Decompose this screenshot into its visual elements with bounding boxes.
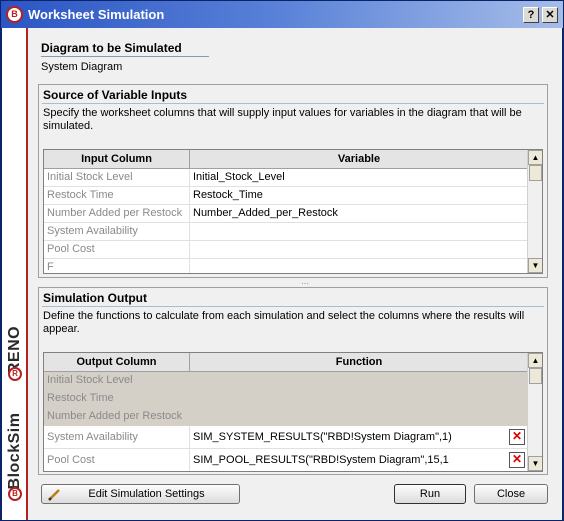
input-column-cell: System Availability xyxy=(44,223,190,241)
brand-sidebar: RENO R BlockSim B xyxy=(2,28,28,520)
table-row: Restock Time xyxy=(44,390,528,408)
table-row[interactable]: F xyxy=(44,259,528,273)
title-bar[interactable]: B Worksheet Simulation ? ✕ xyxy=(1,1,563,28)
output-column-cell: System Availability xyxy=(44,426,190,449)
reno-logo-icon: R xyxy=(8,367,22,381)
variable-cell[interactable]: Number_Added_per_Restock xyxy=(190,205,528,223)
output-column-header[interactable]: Output Column xyxy=(44,353,190,372)
scroll-down-arrow-icon[interactable]: ▼ xyxy=(528,258,542,273)
table-row[interactable]: System Availability SIM_SYSTEM_RESULTS("… xyxy=(44,426,528,449)
help-button[interactable]: ? xyxy=(523,7,539,23)
input-column-cell: F xyxy=(44,259,190,273)
run-button[interactable]: Run xyxy=(394,484,466,504)
table-row: Number Added per Restock xyxy=(44,408,528,426)
blocksim-side-logo-icon: B xyxy=(8,487,22,501)
output-column-cell: Restock Time xyxy=(47,392,114,404)
inputs-divider xyxy=(42,103,544,104)
output-column-cell: Initial Stock Level xyxy=(47,374,133,386)
input-column-cell: Initial Stock Level xyxy=(44,169,190,187)
scroll-thumb[interactable] xyxy=(529,368,542,384)
inputs-scrollbar[interactable]: ▲ ▼ xyxy=(527,150,542,273)
pencil-icon xyxy=(48,489,60,501)
table-row[interactable]: Initial Stock Level Initial_Stock_Level xyxy=(44,169,528,187)
inputs-heading: Source of Variable Inputs xyxy=(43,88,188,102)
table-row[interactable]: Pool Cost SIM_POOL_RESULTS("RBD!System D… xyxy=(44,449,528,471)
variable-inputs-group: Source of Variable Inputs Specify the wo… xyxy=(38,84,548,278)
inputs-grid-header: Input Column Variable xyxy=(44,150,528,169)
delete-function-icon[interactable]: ✕ xyxy=(509,452,525,468)
variable-cell[interactable] xyxy=(190,223,528,241)
table-row[interactable]: Pool Cost xyxy=(44,241,528,259)
scroll-up-arrow-icon[interactable]: ▲ xyxy=(528,353,542,368)
delete-function-icon[interactable]: ✕ xyxy=(509,429,525,445)
output-grid[interactable]: Output Column Function Initial Stock Lev… xyxy=(43,352,543,472)
table-row[interactable]: Number Added per Restock Number_Added_pe… xyxy=(44,205,528,223)
output-scrollbar[interactable]: ▲ ▼ xyxy=(527,353,542,471)
input-column-cell: Restock Time xyxy=(44,187,190,205)
reno-brand-text: RENO xyxy=(6,325,23,375)
inputs-description: Specify the worksheet columns that will … xyxy=(43,107,522,132)
input-column-cell: Number Added per Restock xyxy=(44,205,190,223)
output-heading: Simulation Output xyxy=(43,291,147,305)
variable-cell[interactable]: Initial_Stock_Level xyxy=(190,169,528,187)
function-cell[interactable]: SIM_POOL_RESULTS("RBD!System Diagram",15… xyxy=(190,449,528,471)
worksheet-simulation-window: B Worksheet Simulation ? ✕ RENO R BlockS… xyxy=(0,0,564,521)
dialog-client-area: RENO R BlockSim B Diagram to be Simulate… xyxy=(2,28,562,520)
table-row[interactable]: System Availability xyxy=(44,223,528,241)
function-column-header[interactable]: Function xyxy=(190,353,528,372)
blocksim-logo-icon: B xyxy=(6,6,23,23)
output-grid-header: Output Column Function xyxy=(44,353,528,372)
close-window-button[interactable]: ✕ xyxy=(542,7,558,23)
function-cell[interactable]: SIM_SYSTEM_RESULTS("RBD!System Diagram",… xyxy=(190,426,528,449)
output-column-cell: Number Added per Restock xyxy=(47,410,183,422)
output-description: Define the functions to calculate from e… xyxy=(43,310,525,335)
scroll-up-arrow-icon[interactable]: ▲ xyxy=(528,150,542,165)
table-row: Initial Stock Level xyxy=(44,372,528,390)
dialog-content: Diagram to be Simulated System Diagram S… xyxy=(30,28,562,520)
output-divider xyxy=(42,306,544,307)
variable-cell[interactable]: Restock_Time xyxy=(190,187,528,205)
variable-cell[interactable] xyxy=(190,241,528,259)
output-column-cell: Pool Cost xyxy=(44,449,190,471)
inputs-grid[interactable]: Input Column Variable Initial Stock Leve… xyxy=(43,149,543,274)
diagram-divider xyxy=(41,56,209,57)
window-title: Worksheet Simulation xyxy=(28,7,165,22)
variable-cell[interactable] xyxy=(190,259,528,273)
edit-settings-label: Edit Simulation Settings xyxy=(88,488,205,500)
edit-simulation-settings-button[interactable]: Edit Simulation Settings xyxy=(41,484,240,504)
table-row[interactable]: Restock Time Restock_Time xyxy=(44,187,528,205)
scroll-thumb[interactable] xyxy=(529,165,542,181)
variable-column-header[interactable]: Variable xyxy=(190,150,528,169)
simulation-output-group: Simulation Output Define the functions t… xyxy=(38,287,548,475)
diagram-heading: Diagram to be Simulated xyxy=(41,41,182,55)
input-column-header[interactable]: Input Column xyxy=(44,150,190,169)
diagram-name: System Diagram xyxy=(41,61,123,73)
close-button[interactable]: Close xyxy=(474,484,548,504)
scroll-down-arrow-icon[interactable]: ▼ xyxy=(528,456,542,471)
input-column-cell: Pool Cost xyxy=(44,241,190,259)
